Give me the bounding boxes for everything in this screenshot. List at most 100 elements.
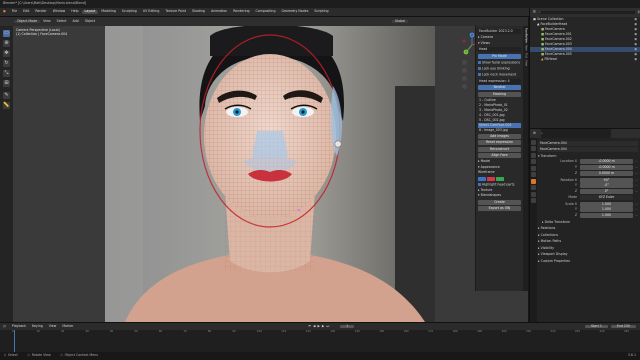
menu-keying[interactable]: Keying	[29, 324, 46, 329]
create-button[interactable]: Create	[478, 199, 521, 205]
lock-icon[interactable]: ⋯	[634, 213, 638, 218]
tab-facebuilder[interactable]: FaceBuilder	[524, 28, 527, 43]
lock-icon[interactable]: ⋯	[634, 165, 638, 170]
cursor-icon[interactable]: ⊕	[3, 40, 10, 47]
viewport-display-section[interactable]: ▸ Viewport Display	[538, 252, 638, 257]
menu-playback[interactable]: Playback	[9, 324, 29, 329]
lock-icon[interactable]: ⋯	[634, 171, 638, 176]
add-images-button[interactable]: Add Images	[478, 133, 521, 139]
location-x-field[interactable]: Location X -0.0000 m ⋯	[538, 159, 638, 165]
view-list-item[interactable]: 2 - MariaPhoto_01	[478, 103, 521, 108]
start-frame-field[interactable]: Start 1	[585, 324, 608, 329]
properties-search[interactable]: ⌕	[540, 129, 611, 138]
select-box-icon[interactable]: ▭	[3, 30, 10, 37]
custom-properties-section[interactable]: ▸ Custom Properties	[538, 259, 638, 264]
reconstruct-button[interactable]: Reconstruct	[478, 146, 521, 152]
3d-viewport[interactable]: Camera Perspective (Local) (1) Collectio…	[13, 26, 528, 322]
jump-end-icon[interactable]: ⏭	[325, 324, 330, 329]
tab-shading[interactable]: Shading	[189, 10, 208, 14]
scale-z-field[interactable]: Z 1.000 ⋯	[538, 213, 638, 218]
transform-icon[interactable]: ⊞	[3, 80, 10, 87]
scale-y-field[interactable]: Y 1.000 ⋯	[538, 207, 638, 213]
lock-icon[interactable]: ⋯	[634, 183, 638, 188]
motion-paths-section[interactable]: ▸ Motion Paths	[538, 239, 638, 244]
rotation-y-field[interactable]: Y -0° ⋯	[538, 183, 638, 189]
zoom-icon[interactable]	[462, 60, 467, 65]
lock-icon[interactable]: ⋯	[634, 202, 638, 207]
align-face-button[interactable]: Align Face	[478, 153, 521, 159]
view-layer-tab-icon[interactable]	[531, 159, 536, 164]
menu-marker[interactable]: Marker	[59, 324, 76, 329]
tab-view[interactable]: View	[524, 60, 527, 66]
annotate-icon[interactable]: ✎	[3, 92, 10, 99]
view-list-item[interactable]: 5 - DSC_002.jpg	[478, 117, 521, 123]
constraint-tab-icon[interactable]	[531, 191, 536, 197]
pin-mode-button[interactable]: Pin Mode	[478, 53, 521, 59]
color-swatch-blue[interactable]	[478, 176, 486, 181]
location-z-field[interactable]: Z 0.0000 m ⋯	[538, 170, 638, 176]
location-y-field[interactable]: Y -0.0000 m ⋯	[538, 164, 638, 170]
delta-transform-section[interactable]: ▸ Delta Transform	[538, 220, 638, 225]
transform-orientation[interactable]: Global	[391, 19, 408, 24]
menu-edit[interactable]: Edit	[20, 10, 32, 14]
visibility-eye-icon[interactable]: ◉	[634, 57, 637, 62]
camera-data-tab-icon[interactable]	[531, 198, 536, 203]
outliner-row[interactable]: ▲FBHead ◉	[530, 57, 640, 62]
timeline-area[interactable]: 0 10 20 30 40 50 60 70 80 90 100 110 120 130 140 150 160…	[0, 330, 640, 352]
masking-button[interactable]: Masking	[478, 91, 521, 97]
lock-icon[interactable]: ⋯	[634, 207, 638, 212]
visibility-section[interactable]: ▸ Visibility	[538, 246, 638, 251]
blender-logo-icon[interactable]: ●	[0, 10, 9, 14]
menu-help[interactable]: Help	[68, 10, 81, 14]
tab-geometry-nodes[interactable]: Geometry Nodes	[278, 10, 311, 14]
playhead[interactable]	[14, 330, 15, 352]
outliner-search[interactable]: ⌕	[538, 10, 635, 15]
scene-tab-icon[interactable]	[531, 165, 536, 171]
rotation-z-field[interactable]: Z 0° ⋯	[538, 188, 638, 194]
render-tab-icon[interactable]	[531, 146, 536, 151]
color-swatch-green[interactable]	[496, 176, 504, 181]
camera-view-icon[interactable]	[462, 76, 467, 81]
scale-icon[interactable]: ⤡	[3, 70, 10, 77]
highlight-parts-toggle[interactable]: Highlight head parts	[478, 182, 521, 187]
model-section-header[interactable]: ▸ Model	[478, 159, 521, 164]
rotation-mode-field[interactable]: Mode XYZ Euler	[538, 194, 638, 200]
view-list-item[interactable]: 6 - Image_003.jpg	[478, 127, 521, 133]
lock-icon[interactable]: ⋯	[634, 159, 638, 164]
properties-icon[interactable]: ⚙	[533, 131, 536, 135]
rotation-x-field[interactable]: Rotation X 90° ⋯	[538, 177, 638, 183]
lock-icon[interactable]: ⋯	[634, 189, 638, 194]
appearance-section-header[interactable]: ▾ Appearance	[478, 165, 521, 170]
menu-add[interactable]: Add	[70, 19, 82, 24]
tab-texture-paint[interactable]: Texture Paint	[162, 10, 189, 14]
outliner-icon[interactable]: ☰	[533, 10, 536, 15]
timeline-editor-icon[interactable]: ◷	[0, 324, 9, 329]
head-expression-field[interactable]: Head expression: 4	[478, 78, 521, 84]
scale-x-field[interactable]: Scale X 1.000 ⋯	[538, 201, 638, 207]
view-list-item[interactable]: 3 - MariaPhoto_02	[478, 108, 521, 113]
camera-section-header[interactable]: ▸ Camera	[478, 36, 521, 40]
lock-eye-toggle[interactable]: Lock eye blinking	[478, 67, 521, 71]
neutral-button[interactable]: Neutral	[478, 85, 521, 91]
tool-tab-icon[interactable]	[531, 139, 536, 145]
move-icon[interactable]: ✥	[3, 50, 10, 57]
measure-icon[interactable]: 📏	[3, 102, 10, 109]
menu-view[interactable]: View	[40, 19, 54, 24]
reset-expression-button[interactable]: Reset expression	[478, 140, 521, 146]
show-facial-toggle[interactable]: Show facial expressions	[478, 61, 521, 65]
output-tab-icon[interactable]	[531, 152, 536, 158]
menu-file[interactable]: File	[9, 10, 20, 14]
tab-modeling[interactable]: Modeling	[98, 10, 119, 14]
lock-neck-toggle[interactable]: Lock neck movement	[478, 73, 521, 77]
tab-scripting[interactable]: Scripting	[311, 10, 331, 14]
views-section-header[interactable]: ▾ Views	[478, 41, 521, 46]
tab-uv-editing[interactable]: UV Editing	[140, 10, 163, 14]
tab-sculpting[interactable]: Sculpting	[119, 10, 140, 14]
tab-layout[interactable]: Layout	[81, 10, 99, 14]
blendshapes-section-header[interactable]: ▾ Blendshapes	[478, 193, 521, 198]
menu-render[interactable]: Render	[32, 10, 49, 14]
mode-selector[interactable]: Object Mode	[14, 19, 41, 24]
modifier-tab-icon[interactable]	[531, 185, 536, 190]
tab-rendering[interactable]: Rendering	[230, 10, 252, 14]
current-frame-field[interactable]: 1	[340, 324, 355, 329]
